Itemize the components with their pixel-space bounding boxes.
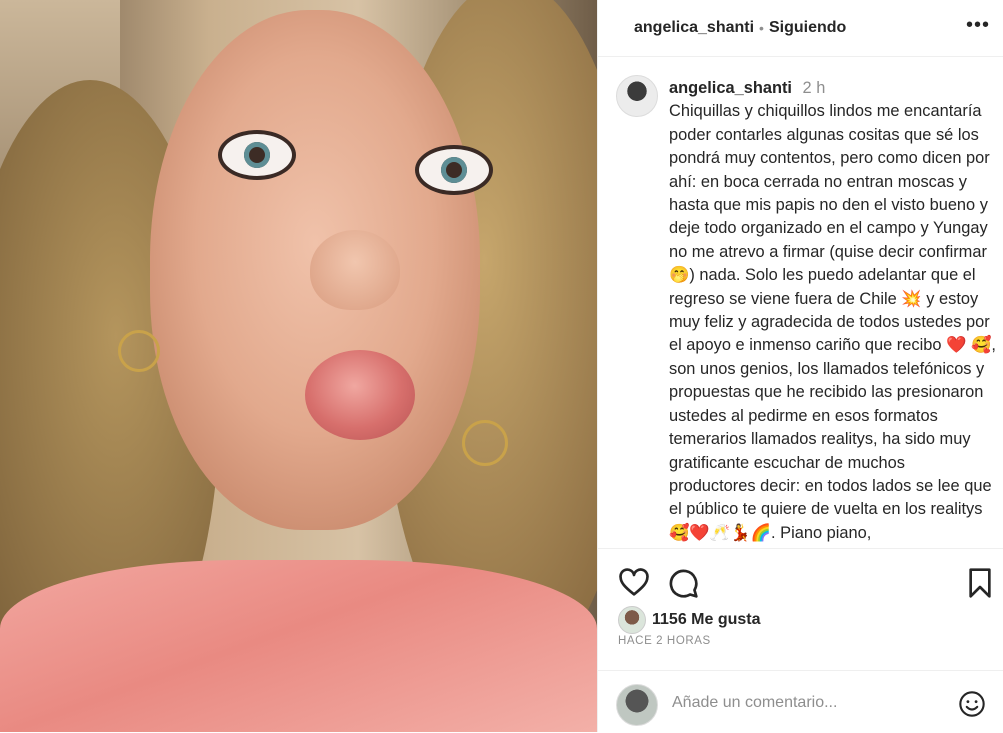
caption-block: angelica_shanti 2 h Chiquillas y chiquil… (669, 77, 996, 545)
right-eye (415, 145, 493, 195)
emoji-smile-icon[interactable] (958, 690, 986, 718)
left-eye (218, 130, 296, 180)
likes-row[interactable]: 1156 Me gusta (618, 606, 761, 634)
lips (305, 350, 415, 440)
post-timestamp[interactable]: HACE 2 HORAS (618, 635, 711, 647)
header-separator: • (759, 20, 764, 36)
comment-icon[interactable] (667, 567, 699, 599)
comment-bar (598, 670, 1003, 733)
caption-username[interactable]: angelica_shanti (669, 79, 792, 97)
earring-right (462, 420, 508, 466)
likes-count[interactable]: 1156 Me gusta (652, 611, 761, 629)
post-details-panel: angelica_shanti • Siguiendo ••• angelica… (597, 0, 1003, 732)
viewer-avatar (616, 684, 658, 726)
caption-time[interactable]: 2 h (803, 79, 826, 97)
follow-status-button[interactable]: Siguiendo (769, 19, 846, 37)
nose (310, 230, 400, 310)
more-horizontal-icon[interactable]: ••• (966, 15, 990, 35)
bookmark-icon[interactable] (964, 567, 996, 599)
caption-text: Chiquillas y chiquillos lindos me encant… (669, 102, 996, 542)
post-photo[interactable] (0, 0, 597, 732)
liker-avatar (618, 606, 646, 634)
author-avatar[interactable] (616, 75, 658, 117)
comment-input[interactable] (670, 691, 944, 715)
heart-icon[interactable] (618, 567, 650, 599)
post-header: angelica_shanti • Siguiendo ••• (598, 0, 1003, 57)
post-username[interactable]: angelica_shanti (634, 19, 754, 37)
earring-left (118, 330, 160, 372)
caption-section: angelica_shanti 2 h Chiquillas y chiquil… (598, 57, 1003, 547)
shirt (0, 560, 597, 732)
